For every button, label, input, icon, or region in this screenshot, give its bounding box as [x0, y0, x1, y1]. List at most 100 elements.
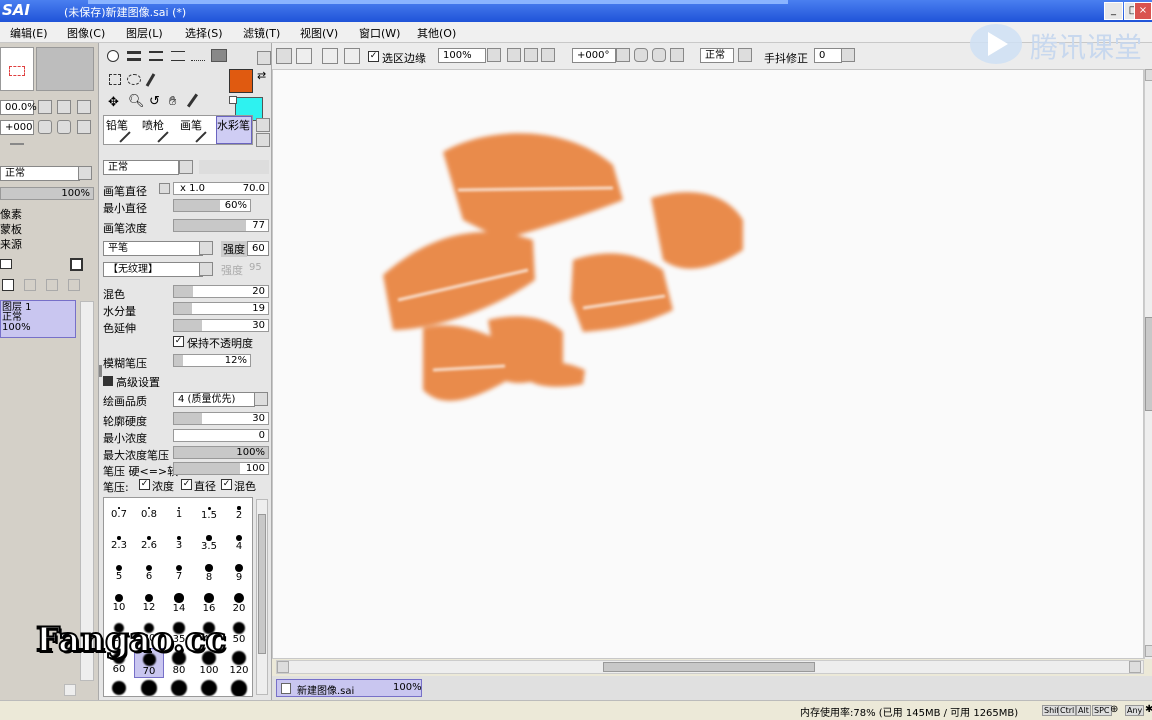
chevron-down-icon[interactable]: [254, 392, 268, 406]
quality-select[interactable]: 4 (质量优先): [173, 392, 255, 407]
brush-size-cell[interactable]: 120: [224, 648, 252, 678]
canvas-angle-select[interactable]: +000°: [572, 48, 616, 63]
size-grid-scrollbar[interactable]: [256, 499, 268, 695]
canvas-horizontal-scrollbar[interactable]: [276, 660, 1144, 674]
hand-icon[interactable]: ✋︎: [169, 94, 176, 109]
zoom-icon[interactable]: 🔍︎: [128, 94, 145, 109]
brush-size-cell[interactable]: 14: [164, 588, 194, 618]
chevron-down-icon[interactable]: [199, 262, 213, 276]
layer-opacity-slider[interactable]: 100%: [0, 187, 94, 200]
size-grid-scroll-thumb[interactable]: [258, 514, 266, 654]
brush-size-cell[interactable]: [224, 678, 252, 696]
tool-airbrush[interactable]: 喷枪: [142, 117, 164, 133]
min-size-slider[interactable]: 60%: [173, 199, 251, 212]
keep-opacity-checkbox[interactable]: ✓: [173, 336, 184, 347]
menu-other[interactable]: 其他(O): [417, 25, 456, 41]
circle-brush-icon[interactable]: [107, 50, 119, 62]
selection-edge-checkbox[interactable]: ✓: [368, 51, 379, 62]
brush-size-cell[interactable]: 2.6: [134, 528, 164, 558]
mask-item[interactable]: 蒙板: [0, 221, 22, 237]
zoom-reset-button[interactable]: [77, 100, 91, 114]
rotate-icon[interactable]: ↺: [149, 94, 160, 109]
brush-shape-select[interactable]: 平笔: [103, 241, 203, 256]
chevron-down-icon[interactable]: [616, 48, 630, 62]
canvas-rotate-left[interactable]: [634, 48, 648, 62]
primary-color-swatch[interactable]: [229, 69, 253, 93]
brush-size-cell[interactable]: [134, 678, 164, 696]
menu-filter[interactable]: 滤镜(T): [243, 25, 280, 41]
density-slider[interactable]: 77: [173, 219, 269, 232]
tool-pencil[interactable]: 铅笔: [106, 117, 128, 133]
brush-size-cell[interactable]: 3.5: [194, 528, 224, 558]
size-menu-button[interactable]: [159, 183, 170, 194]
canvas-zoom-select[interactable]: 100%: [438, 48, 486, 63]
persistence-slider[interactable]: 30: [173, 319, 269, 332]
edge-hardness-slider[interactable]: 30: [173, 412, 269, 425]
brush-size-cell[interactable]: 0.8: [134, 498, 164, 528]
brush-size-cell[interactable]: 4: [224, 528, 252, 558]
document-tab[interactable]: 新建图像.sai 100%: [276, 679, 422, 697]
brush-size-cell[interactable]: 0.7: [104, 498, 134, 528]
max-density-pressure-slider[interactable]: 100%: [173, 446, 269, 459]
selection-option-button-2[interactable]: [344, 48, 360, 64]
panel-collapse-button[interactable]: [257, 51, 271, 65]
blending-slider[interactable]: 20: [173, 285, 269, 298]
pressure-hardness-slider[interactable]: 100: [173, 462, 269, 475]
swap-colors-icon[interactable]: ⇄: [257, 69, 266, 82]
canvas-rotate-reset[interactable]: [670, 48, 684, 62]
canvas-zoom-out[interactable]: [507, 48, 521, 62]
pressure-blend-checkbox[interactable]: ✓: [221, 479, 232, 490]
brush-size-cell[interactable]: 2: [224, 498, 252, 528]
lines-shape-icon[interactable]: [149, 51, 163, 61]
line-shape-icon[interactable]: [127, 51, 141, 61]
eyedropper-icon[interactable]: [186, 93, 199, 108]
rotate-right-button[interactable]: [57, 120, 71, 134]
pixel-item[interactable]: 像素: [0, 206, 22, 222]
navigator-preview[interactable]: [0, 47, 34, 91]
tool-scroll-up[interactable]: [256, 118, 270, 132]
monitor-icon[interactable]: [211, 49, 227, 62]
zoom-field[interactable]: 00.0%: [0, 100, 37, 115]
chevron-down-icon[interactable]: [199, 241, 213, 255]
invert-selection-button[interactable]: [296, 48, 312, 64]
chevron-down-icon[interactable]: [487, 48, 501, 62]
zoom-in-button[interactable]: [57, 100, 71, 114]
thin-lines-icon[interactable]: [171, 51, 185, 61]
canvas-rotate-right[interactable]: [652, 48, 666, 62]
pressure-size-checkbox[interactable]: ✓: [181, 479, 192, 490]
water-slider[interactable]: 19: [173, 302, 269, 315]
layer-row[interactable]: 图层 1 正常 100%: [0, 300, 76, 338]
folder-icon[interactable]: [0, 259, 12, 269]
canvas-zoom-reset[interactable]: [541, 48, 555, 62]
brush-size-cell[interactable]: 20: [224, 588, 252, 618]
selection-option-button[interactable]: [322, 48, 338, 64]
menu-layer[interactable]: 图层(L): [126, 25, 163, 41]
stabilizer-field[interactable]: 0: [814, 48, 842, 63]
brush-size-cell[interactable]: 9: [224, 558, 252, 588]
brush-size-cell[interactable]: 2.3: [104, 528, 134, 558]
rect-select-icon[interactable]: [109, 74, 121, 85]
menu-image[interactable]: 图像(C): [67, 25, 105, 41]
brush-size-cell[interactable]: 3: [164, 528, 194, 558]
brush-size-cell[interactable]: 7: [164, 558, 194, 588]
dotted-lines-icon[interactable]: [191, 51, 205, 61]
strength-field[interactable]: 60: [247, 241, 269, 256]
brush-size-cell[interactable]: 8: [194, 558, 224, 588]
brush-size-cell[interactable]: [164, 678, 194, 696]
chevron-down-icon[interactable]: [78, 166, 92, 180]
menu-view[interactable]: 视图(V): [300, 25, 338, 41]
brush-size-cell[interactable]: 10: [104, 588, 134, 618]
brush-mode-select[interactable]: 正常: [103, 160, 179, 175]
min-density-slider[interactable]: 0: [173, 429, 269, 442]
rotate-left-button[interactable]: [38, 120, 52, 134]
menu-window[interactable]: 窗口(W): [359, 25, 400, 41]
rotate-reset-button[interactable]: [77, 120, 91, 134]
lasso-icon[interactable]: [127, 74, 141, 85]
brush-size-cell[interactable]: 1.5: [194, 498, 224, 528]
brush-tip-shapes[interactable]: [199, 160, 269, 174]
scroll-right-arrow[interactable]: [1129, 661, 1141, 673]
brush-size-cell[interactable]: [104, 678, 134, 696]
close-button[interactable]: ×: [1134, 2, 1152, 20]
canvas-vertical-scrollbar[interactable]: [1144, 69, 1152, 659]
new-layer-icon[interactable]: [70, 258, 83, 271]
